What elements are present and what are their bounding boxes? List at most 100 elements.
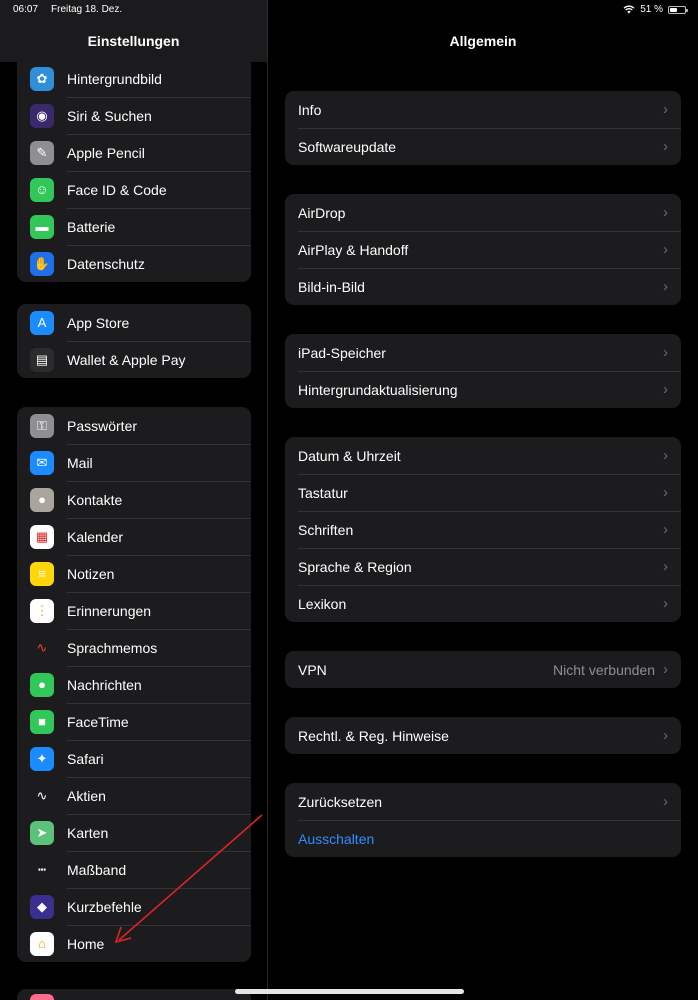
settings-group: Info › Softwareupdate ›: [285, 91, 681, 165]
row-label: Info: [298, 101, 322, 118]
wallet-icon: ▤: [30, 347, 54, 372]
row-zurücksetzen[interactable]: Zurücksetzen ›: [285, 783, 681, 820]
sidebar-title: Einstellungen: [87, 33, 180, 49]
sidebar-item-karten[interactable]: ➤ Karten: [17, 814, 251, 851]
chevron-right-icon: ›: [663, 595, 668, 612]
row-hintergrundaktualisierung[interactable]: Hintergrundaktualisierung ›: [285, 371, 681, 408]
row-ausschalten[interactable]: Ausschalten: [285, 820, 681, 857]
sidebar-item-nachrichten[interactable]: ● Nachrichten: [17, 666, 251, 703]
row-sprache-region[interactable]: Sprache & Region ›: [285, 548, 681, 585]
row-airplay-handoff[interactable]: AirPlay & Handoff ›: [285, 231, 681, 268]
appstore-icon: A: [30, 310, 54, 335]
sidebar-item-safari[interactable]: ✦ Safari: [17, 740, 251, 777]
row-info[interactable]: Info ›: [285, 91, 681, 128]
sidebar-item-siri-suchen[interactable]: ◉ Siri & Suchen: [17, 97, 251, 134]
sidebar-item-label: Mail: [67, 454, 93, 471]
chevron-right-icon: ›: [663, 381, 668, 398]
stocks-icon: ∿: [30, 783, 54, 808]
battery-icon: ▬: [30, 214, 54, 239]
sidebar-group: A App Store ▤ Wallet & Apple Pay: [17, 304, 251, 378]
row-rechtl-reg-hinweise[interactable]: Rechtl. & Reg. Hinweise ›: [285, 717, 681, 754]
row-label: Softwareupdate: [298, 138, 397, 155]
row-label: Bild-in-Bild: [298, 278, 365, 295]
sidebar-item-label: FaceTime: [67, 713, 129, 730]
sidebar-item-aktien[interactable]: ∿ Aktien: [17, 777, 251, 814]
notes-icon: ≡: [30, 561, 54, 586]
sidebar-item-app-store[interactable]: A App Store: [17, 304, 251, 341]
row-value: Nicht verbunden: [553, 661, 655, 678]
chevron-right-icon: ›: [663, 521, 668, 538]
row-softwareupdate[interactable]: Softwareupdate ›: [285, 128, 681, 165]
chevron-right-icon: ›: [663, 138, 668, 155]
row-datum-uhrzeit[interactable]: Datum & Uhrzeit ›: [285, 437, 681, 474]
settings-group: iPad-Speicher › Hintergrundaktualisierung ›: [285, 334, 681, 408]
row-schriften[interactable]: Schriften ›: [285, 511, 681, 548]
row-label: AirPlay & Handoff: [298, 241, 409, 258]
sidebar-group-partial: [17, 989, 251, 1000]
sidebar-item-batterie[interactable]: ▬ Batterie: [17, 208, 251, 245]
facetime-icon: ■: [30, 709, 54, 734]
faceid-icon: ☺: [30, 177, 54, 202]
sidebar-group: ⚿ Passwörter ✉ Mail ● Kontakte ▦ Kalender ≡ Notiz…: [17, 407, 251, 962]
status-date: Freitag 18. Dez.: [51, 4, 123, 15]
hand-icon: ✋: [30, 251, 54, 276]
status-time: 06:07: [13, 4, 39, 15]
sidebar-item-datenschutz[interactable]: ✋ Datenschutz: [17, 245, 251, 282]
reminders-icon: ⋮: [30, 598, 54, 623]
chevron-right-icon: ›: [663, 558, 668, 575]
sidebar-item-sprachmemos[interactable]: ∿ Sprachmemos: [17, 629, 251, 666]
sidebar-item-kalender[interactable]: ▦ Kalender: [17, 518, 251, 555]
messages-icon: ●: [30, 672, 54, 697]
sidebar-item-facetime[interactable]: ■ FaceTime: [17, 703, 251, 740]
row-vpn[interactable]: VPN Nicht verbunden ›: [285, 651, 681, 688]
row-label: AirDrop: [298, 204, 346, 221]
sidebar-item-label: Face ID & Code: [67, 181, 167, 198]
pencil-icon: ✎: [30, 140, 54, 165]
sidebar-item-label: Datenschutz: [67, 255, 145, 272]
sidebar-item-kontakte[interactable]: ● Kontakte: [17, 481, 251, 518]
sidebar-item-label: Passwörter: [67, 417, 138, 434]
chevron-right-icon: ›: [663, 241, 668, 258]
siri-icon: ◉: [30, 103, 54, 128]
mail-icon: ✉: [30, 450, 54, 475]
shortcuts-icon: ◆: [30, 894, 54, 919]
sidebar-item-kurzbefehle[interactable]: ◆ Kurzbefehle: [17, 888, 251, 925]
settings-group: Zurücksetzen › Ausschalten: [285, 783, 681, 857]
sidebar-item-face-id-code[interactable]: ☺ Face ID & Code: [17, 171, 251, 208]
sidebar-item-label: Home: [67, 935, 105, 952]
sidebar-item-erinnerungen[interactable]: ⋮ Erinnerungen: [17, 592, 251, 629]
row-label: Schriften: [298, 521, 354, 538]
sidebar-item-label: Karten: [67, 824, 109, 841]
row-airdrop[interactable]: AirDrop ›: [285, 194, 681, 231]
home-indicator[interactable]: [235, 989, 464, 994]
chevron-right-icon: ›: [663, 484, 668, 501]
row-label: Tastatur: [298, 484, 348, 501]
sidebar-item-wallet-apple-pay[interactable]: ▤ Wallet & Apple Pay: [17, 341, 251, 378]
row-label: Sprache & Region: [298, 558, 412, 575]
chevron-right-icon: ›: [663, 661, 668, 678]
home-icon: ⌂: [30, 931, 54, 956]
row-ipad-speicher[interactable]: iPad-Speicher ›: [285, 334, 681, 371]
row-tastatur[interactable]: Tastatur ›: [285, 474, 681, 511]
chevron-right-icon: ›: [663, 204, 668, 221]
sidebar-item-maßband[interactable]: ┅ Maßband: [17, 851, 251, 888]
sidebar: Einstellungen ✿ Hintergrundbild ◉ Siri & Su…: [0, 0, 267, 1000]
settings-group: AirDrop › AirPlay & Handoff › Bild-in-Bild ›: [285, 194, 681, 305]
sidebar-item-notizen[interactable]: ≡ Notizen: [17, 555, 251, 592]
sidebar-item-label: Hintergrundbild: [67, 70, 162, 87]
settings-group: VPN Nicht verbunden ›: [285, 651, 681, 688]
battery-status-icon: [668, 5, 688, 14]
sidebar-item-label: Safari: [67, 750, 104, 767]
sidebar-item-hintergrundbild[interactable]: ✿ Hintergrundbild: [17, 60, 251, 97]
row-bild-in-bild[interactable]: Bild-in-Bild ›: [285, 268, 681, 305]
row-lexikon[interactable]: Lexikon ›: [285, 585, 681, 622]
sidebar-item-label: Sprachmemos: [67, 639, 158, 656]
row-label: Datum & Uhrzeit: [298, 447, 401, 464]
sidebar-item-home[interactable]: ⌂ Home: [17, 925, 251, 962]
sidebar-item-apple-pencil[interactable]: ✎ Apple Pencil: [17, 134, 251, 171]
sidebar-item-mail[interactable]: ✉ Mail: [17, 444, 251, 481]
sidebar-item-passwörter[interactable]: ⚿ Passwörter: [17, 407, 251, 444]
sidebar-item-label: App Store: [67, 314, 130, 331]
row-label: Hintergrundaktualisierung: [298, 381, 458, 398]
sidebar-item-label: Apple Pencil: [67, 144, 145, 161]
